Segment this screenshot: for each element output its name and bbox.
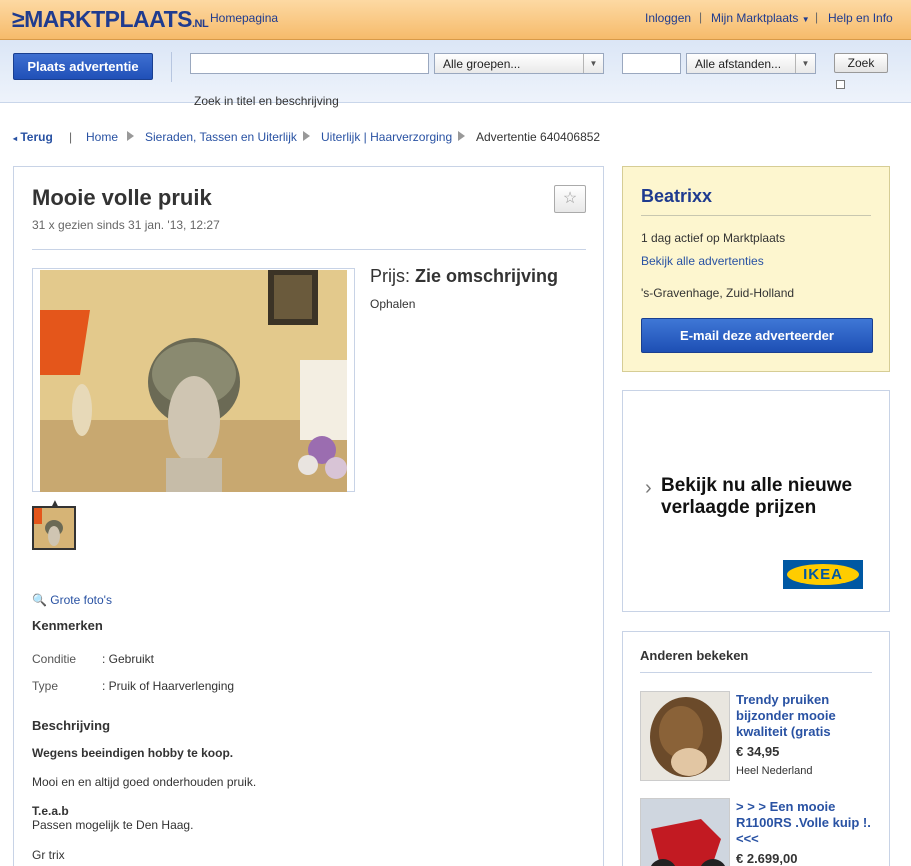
distance-select-value: Alle afstanden... (695, 57, 782, 71)
ad-title: Mooie volle pruik (32, 185, 212, 210)
separator: | (815, 10, 819, 24)
search-hint: Zoek in titel en beschrijving (194, 94, 339, 108)
photo-illustration (40, 270, 347, 492)
chevron-down-icon: ▼ (795, 54, 815, 73)
price: Prijs: Zie omschrijving (370, 266, 558, 287)
wig-photo (40, 270, 347, 492)
divider (32, 249, 586, 250)
banner-text: Bekijk nu alle nieuwe verlaagde prijzen (661, 475, 853, 518)
chevron-left-icon: ◂ (13, 134, 18, 143)
divider (171, 52, 172, 82)
ad-panel: Mooie volle pruik 31 x gezien sinds 31 j… (13, 166, 604, 866)
description-heading: Beschrijving (32, 718, 111, 733)
breadcrumb-current: Advertentie 640406852 (476, 130, 601, 144)
feature-value: : Gebruikt (102, 652, 155, 666)
others-item-price: € 2.699,00 (736, 851, 798, 866)
ikea-banner[interactable]: › Bekijk nu alle nieuwe verlaagde prijze… (622, 390, 890, 612)
others-viewed-heading: Anderen bekeken (640, 648, 749, 663)
seller-location: 's-Gravenhage, Zuid-Holland (641, 286, 795, 300)
email-seller-button[interactable]: E-mail deze adverteerder (641, 318, 873, 353)
magnifier-icon: 🔍 (32, 593, 47, 607)
back-link[interactable]: ◂ Terug (13, 130, 53, 144)
view-count: 31 x gezien sinds 31 jan. '13, 12:27 (32, 218, 220, 232)
title-description-checkbox[interactable] (836, 80, 845, 89)
search-button[interactable]: Zoek (834, 53, 888, 73)
logo-text: MARKTPLAATS (24, 6, 192, 32)
features-heading: Kenmerken (32, 618, 103, 633)
back-label: Terug (20, 130, 53, 144)
all-ads-link[interactable]: Bekijk alle advertenties (641, 254, 764, 268)
chevron-right-icon (303, 131, 310, 141)
others-item-image[interactable] (640, 691, 730, 781)
big-photos-label: Grote foto's (50, 593, 112, 607)
feature-value: : Pruik of Haarverlenging (102, 679, 235, 693)
separator: | (69, 130, 73, 144)
top-bar: ≥MARKTPLAATS.NL Homepagina Inloggen | Mi… (0, 0, 911, 40)
others-item-price: € 34,95 (736, 744, 780, 759)
others-item-location: Heel Nederland (736, 765, 813, 777)
group-select-value: Alle groepen... (443, 57, 521, 71)
big-photos-link[interactable]: 🔍 Grote foto's (32, 593, 112, 607)
logo-suffix: .NL (191, 18, 209, 30)
ikea-logo-text: IKEA (787, 564, 859, 585)
breadcrumb-subcategory[interactable]: Uiterlijk | Haarverzorging (321, 130, 452, 144)
delivery-method: Ophalen (370, 297, 416, 311)
divider (640, 672, 872, 673)
wig-image (641, 692, 729, 780)
others-item-title[interactable]: > > > Een mooie R1100RS .Volle kuip !.<<… (736, 799, 876, 847)
price-label: Prijs: (370, 266, 410, 286)
help-link[interactable]: Help en Info (828, 11, 893, 25)
others-viewed-panel: Anderen bekeken Trendy pruiken bijzonder… (622, 631, 890, 866)
logo-mark-icon: ≥ (12, 6, 25, 32)
chevron-right-icon (127, 131, 134, 141)
main-photo[interactable] (32, 268, 355, 492)
chevron-down-icon: ▼ (583, 54, 603, 73)
distance-select[interactable]: Alle afstanden... ▼ (686, 53, 816, 74)
others-item-title[interactable]: Trendy pruiken bijzonder mooie kwaliteit… (736, 692, 876, 740)
others-item-image[interactable] (640, 798, 730, 866)
group-select[interactable]: Alle groepen... ▼ (434, 53, 604, 74)
breadcrumb-category[interactable]: Sieraden, Tassen en Uiterlijk (145, 130, 297, 144)
photo-thumbnail[interactable] (32, 506, 76, 550)
thumbnail-illustration (34, 508, 74, 548)
seller-panel: Beatrixx 1 dag actief op Marktplaats Bek… (622, 166, 890, 372)
chevron-right-icon (458, 131, 465, 141)
seller-name[interactable]: Beatrixx (641, 186, 712, 207)
star-icon: ☆ (562, 190, 578, 207)
my-marktplaats-label: Mijn Marktplaats (711, 11, 799, 25)
seller-active: 1 dag actief op Marktplaats (641, 231, 786, 245)
favorite-star-button[interactable]: ☆ (554, 185, 586, 213)
description-line: Gr trix (32, 848, 65, 862)
description-line: Wegens beeindigen hobby te koop. (32, 746, 234, 760)
breadcrumb-home[interactable]: Home (86, 130, 118, 144)
feature-key: Conditie (32, 652, 77, 666)
chevron-right-icon: › (645, 477, 652, 499)
my-marktplaats-link[interactable]: Mijn Marktplaats ▼ (711, 11, 810, 25)
motorcycle-image (641, 799, 729, 866)
marktplaats-logo[interactable]: ≥MARKTPLAATS.NL (12, 6, 209, 33)
place-ad-button[interactable]: Plaats advertentie (13, 53, 153, 80)
divider (641, 215, 871, 216)
postcode-input[interactable] (622, 53, 681, 74)
search-bar: Plaats advertentie Alle groepen... ▼ All… (0, 40, 911, 108)
login-link[interactable]: Inloggen (645, 11, 691, 25)
homepage-link[interactable]: Homepagina (210, 11, 278, 25)
price-value: Zie omschrijving (415, 266, 559, 286)
feature-key: Type (32, 679, 59, 693)
separator: | (699, 10, 703, 24)
description-line: T.e.a.b (32, 804, 69, 818)
search-input[interactable] (190, 53, 429, 74)
description-line: Mooi en en altijd goed onderhouden pruik… (32, 775, 257, 789)
ikea-logo: IKEA (783, 560, 863, 589)
chevron-down-icon: ▼ (801, 15, 810, 24)
description-line: Passen mogelijk te Den Haag. (32, 818, 194, 832)
